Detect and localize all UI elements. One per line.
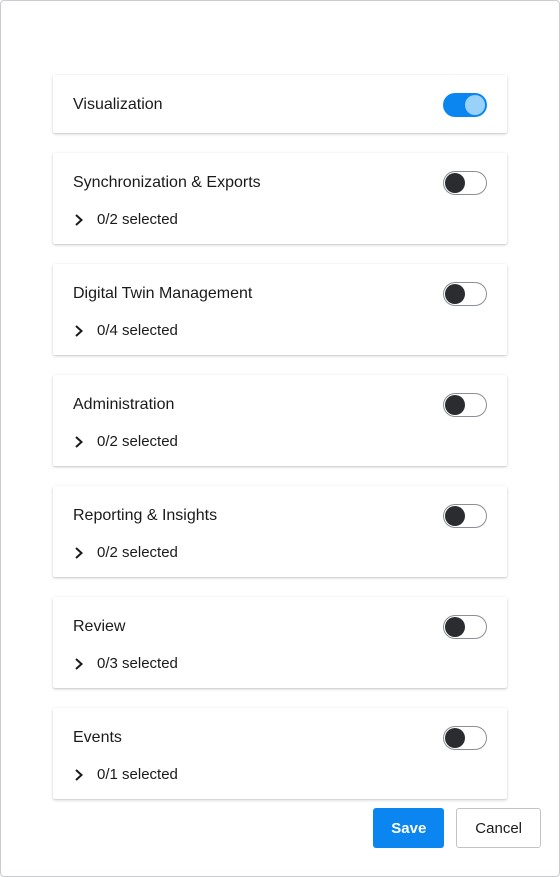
save-button[interactable]: Save: [373, 808, 444, 848]
section-expand-row[interactable]: 0/4 selected: [73, 322, 487, 339]
section-title: Digital Twin Management: [73, 285, 252, 303]
toggle-administration[interactable]: [443, 393, 487, 417]
selected-count: 0/2 selected: [97, 211, 178, 228]
chevron-right-icon: [73, 658, 85, 670]
section-header: Digital Twin Management: [73, 282, 487, 306]
section-title: Reporting & Insights: [73, 507, 217, 525]
section-expand-row[interactable]: 0/2 selected: [73, 433, 487, 450]
toggle-synchronization-exports[interactable]: [443, 171, 487, 195]
section-title: Synchronization & Exports: [73, 174, 261, 192]
chevron-right-icon: [73, 325, 85, 337]
toggle-digital-twin-management[interactable]: [443, 282, 487, 306]
chevron-right-icon: [73, 769, 85, 781]
section-expand-row[interactable]: 0/3 selected: [73, 655, 487, 672]
section-header: Reporting & Insights: [73, 504, 487, 528]
settings-list: Visualization Synchronization & Exports …: [1, 1, 559, 808]
settings-panel: Visualization Synchronization & Exports …: [0, 0, 560, 877]
toggle-events[interactable]: [443, 726, 487, 750]
section-digital-twin-management: Digital Twin Management 0/4 selected: [53, 264, 507, 355]
section-expand-row[interactable]: 0/2 selected: [73, 544, 487, 561]
section-title: Review: [73, 618, 125, 636]
chevron-right-icon: [73, 214, 85, 226]
section-visualization: Visualization: [53, 75, 507, 133]
toggle-reporting-insights[interactable]: [443, 504, 487, 528]
section-expand-row[interactable]: 0/2 selected: [73, 211, 487, 228]
toggle-visualization[interactable]: [443, 93, 487, 117]
section-header: Review: [73, 615, 487, 639]
selected-count: 0/4 selected: [97, 322, 178, 339]
section-review: Review 0/3 selected: [53, 597, 507, 688]
section-header: Administration: [73, 393, 487, 417]
section-header: Events: [73, 726, 487, 750]
selected-count: 0/2 selected: [97, 433, 178, 450]
chevron-right-icon: [73, 436, 85, 448]
section-reporting-insights: Reporting & Insights 0/2 selected: [53, 486, 507, 577]
selected-count: 0/2 selected: [97, 544, 178, 561]
selected-count: 0/3 selected: [97, 655, 178, 672]
section-events: Events 0/1 selected: [53, 708, 507, 799]
section-header: Visualization: [73, 93, 487, 117]
selected-count: 0/1 selected: [97, 766, 178, 783]
section-administration: Administration 0/2 selected: [53, 375, 507, 466]
section-title: Administration: [73, 396, 174, 414]
section-title: Events: [73, 729, 122, 747]
section-synchronization-exports: Synchronization & Exports 0/2 selected: [53, 153, 507, 244]
cancel-button[interactable]: Cancel: [456, 808, 541, 848]
chevron-right-icon: [73, 547, 85, 559]
toggle-review[interactable]: [443, 615, 487, 639]
section-title: Visualization: [73, 96, 163, 114]
section-header: Synchronization & Exports: [73, 171, 487, 195]
footer-actions: Save Cancel: [1, 808, 559, 876]
section-expand-row[interactable]: 0/1 selected: [73, 766, 487, 783]
